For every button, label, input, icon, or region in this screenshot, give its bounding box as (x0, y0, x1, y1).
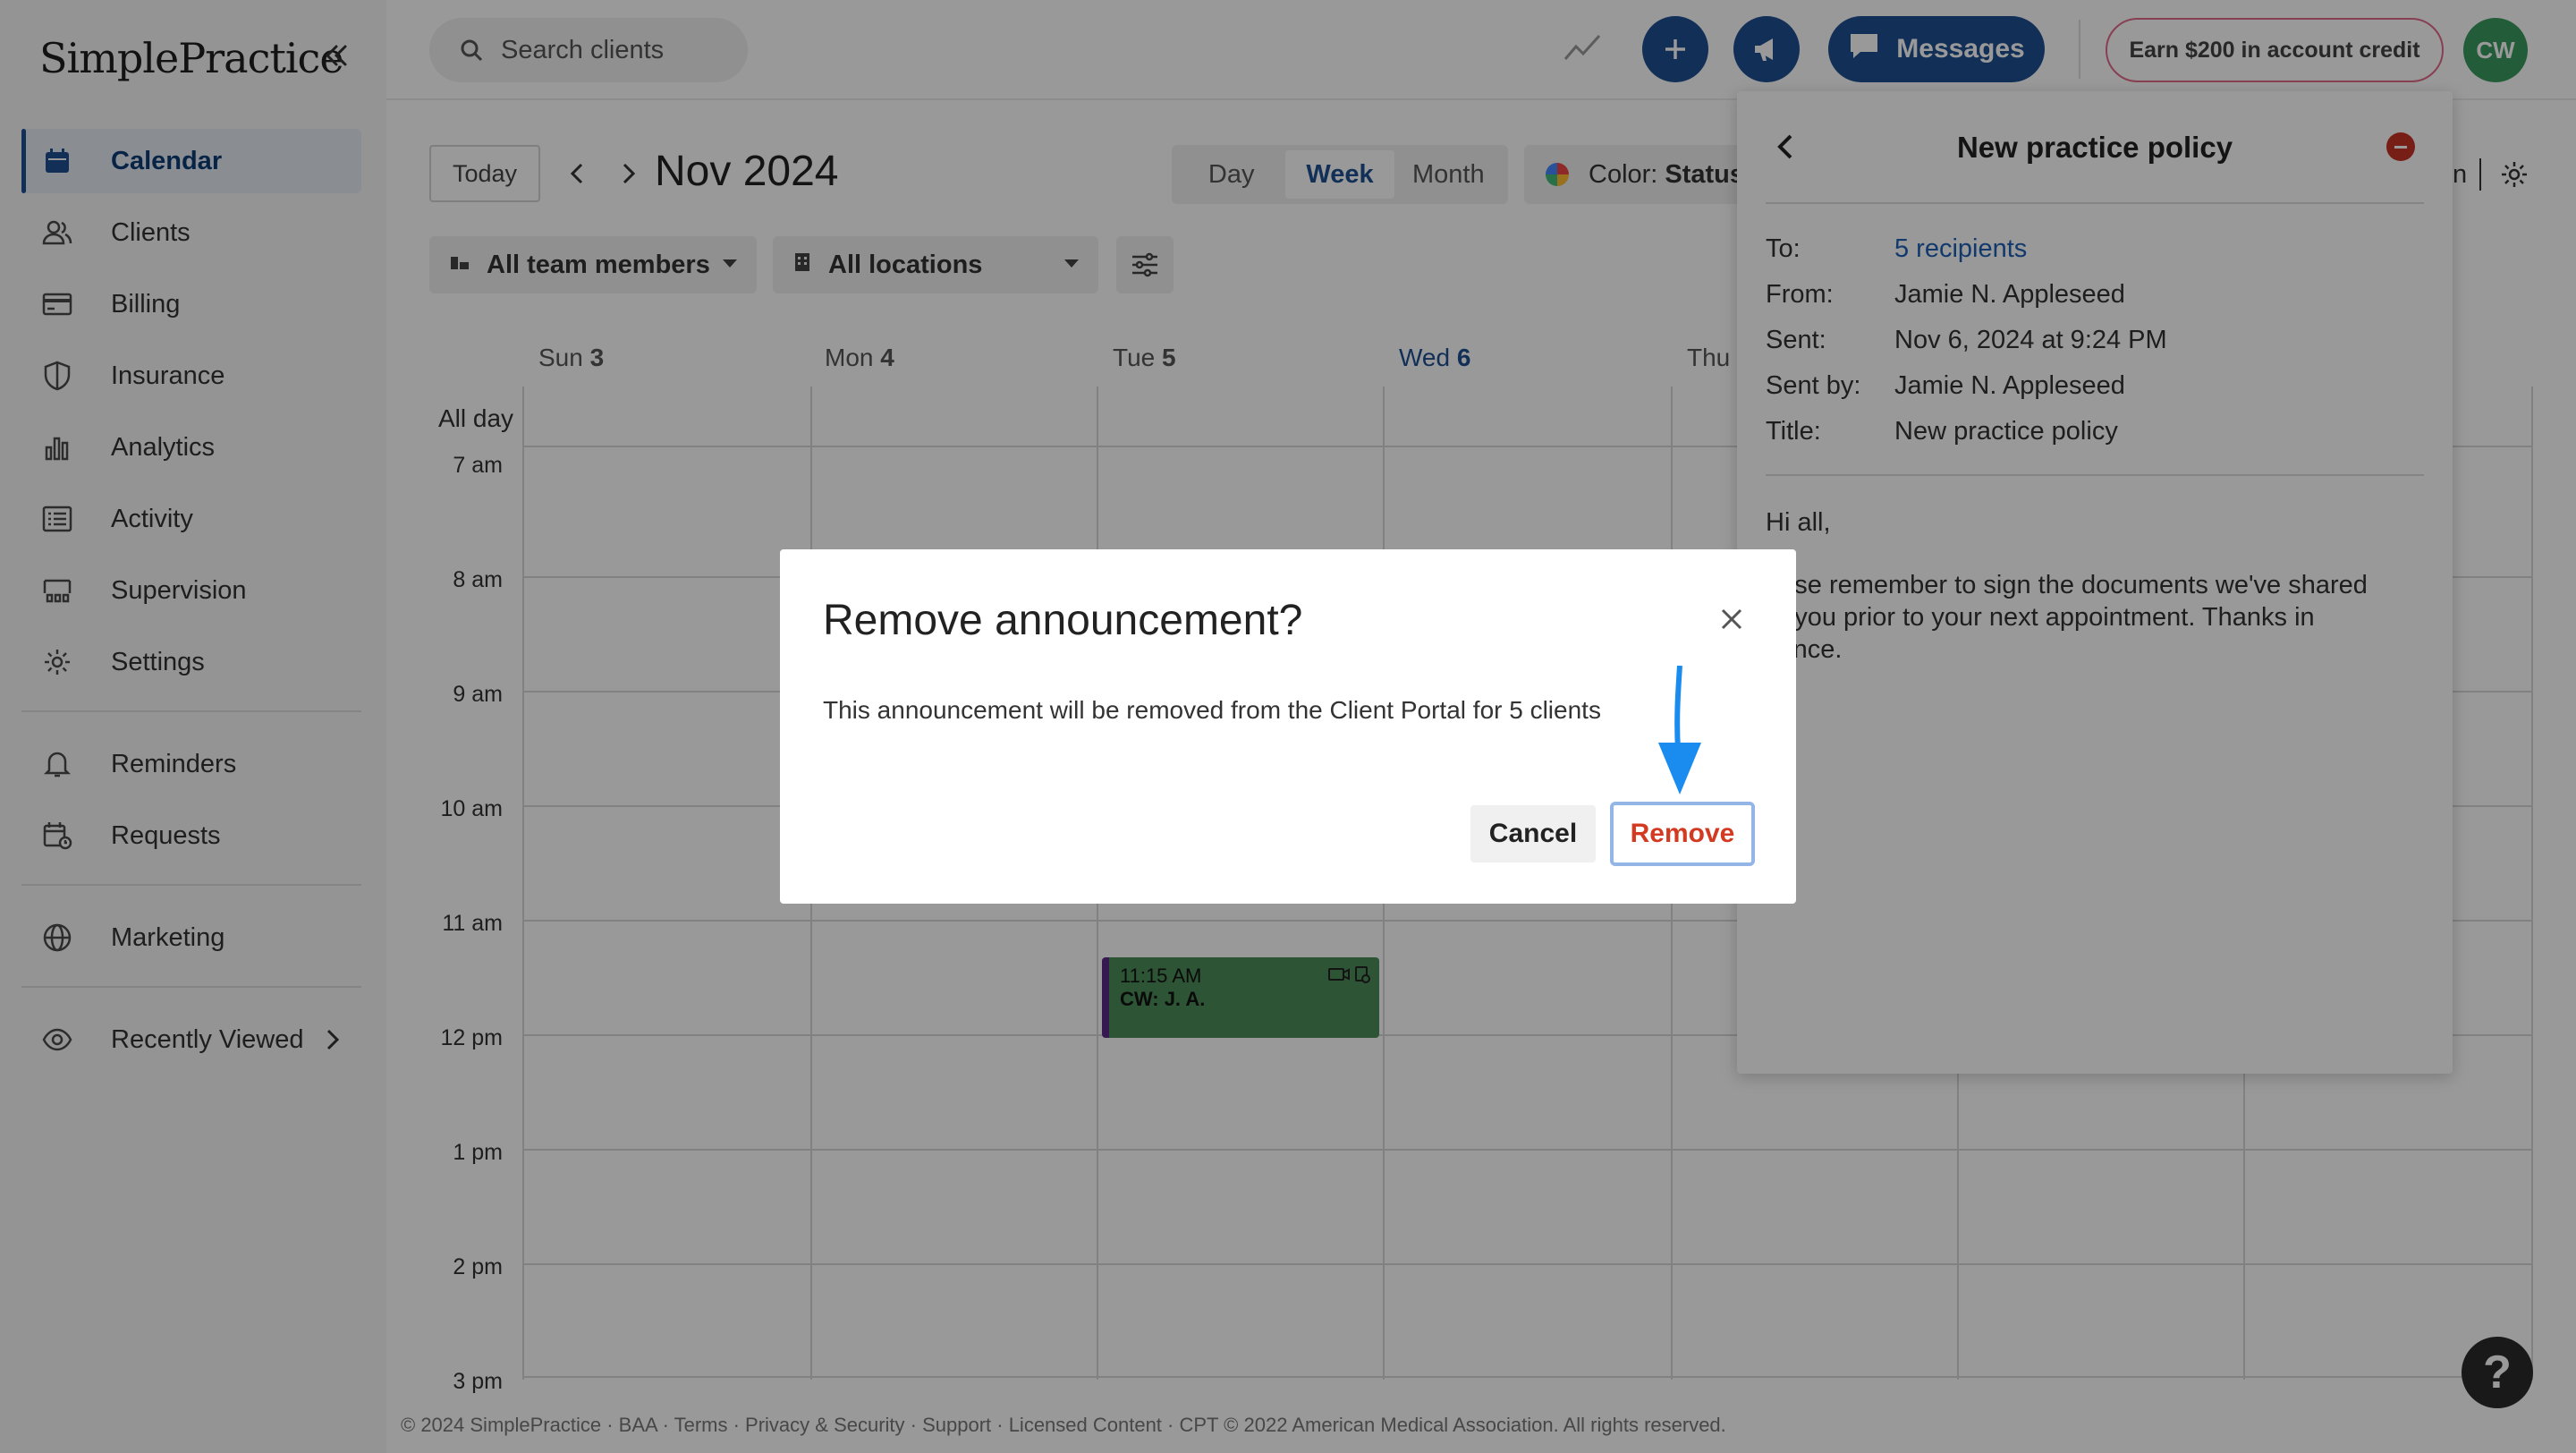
close-icon[interactable] (1717, 605, 1746, 638)
app-root: SimplePractice Calendar Clients Billing … (0, 0, 2576, 1453)
dialog-title: Remove announcement? (823, 597, 1303, 644)
pointer-arrow-icon (1653, 665, 1707, 801)
remove-button[interactable]: Remove (1610, 802, 1755, 866)
remove-announcement-dialog: Remove announcement? This announcement w… (780, 549, 1796, 904)
dialog-message: This announcement will be removed from t… (823, 696, 1601, 724)
cancel-button[interactable]: Cancel (1470, 805, 1596, 862)
